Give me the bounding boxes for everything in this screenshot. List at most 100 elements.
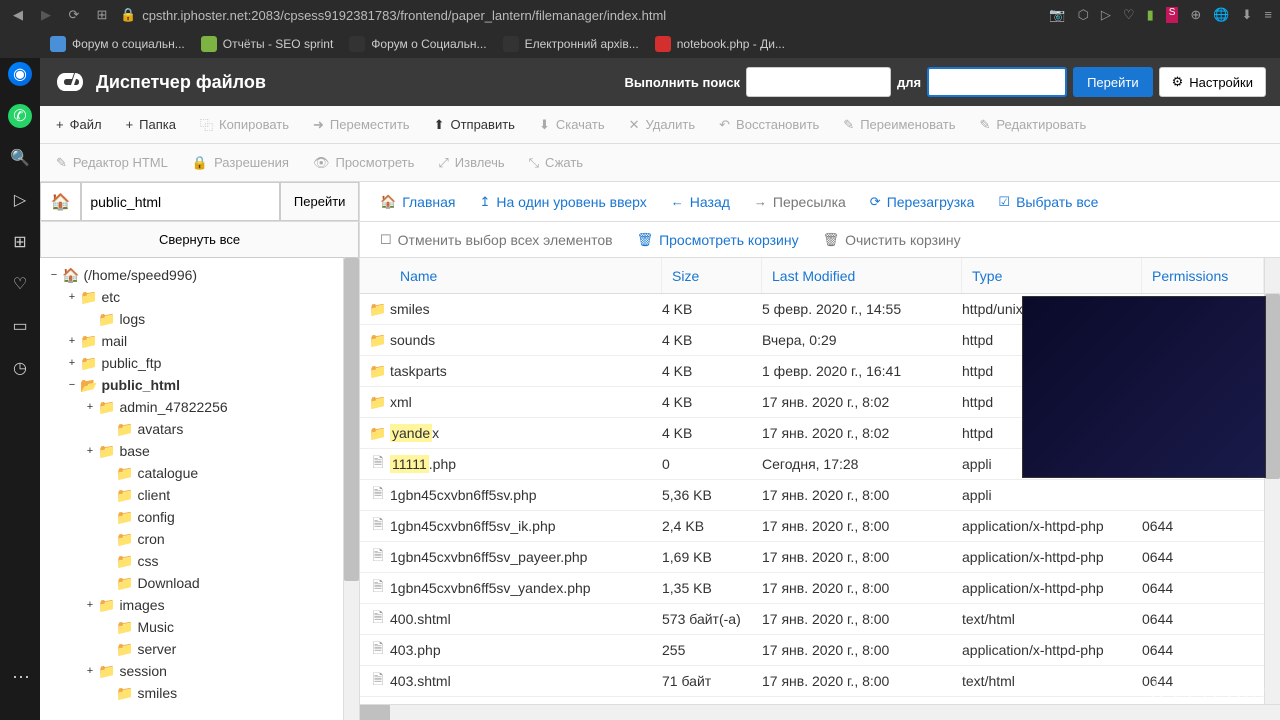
tree-toggle-icon[interactable]: + (66, 291, 78, 303)
menu-icon[interactable]: ≡ (1264, 7, 1272, 23)
bookmark-item[interactable]: Форум о социальн... (50, 36, 185, 52)
tree-node[interactable]: 📁 css (40, 550, 343, 572)
home-button[interactable]: 🏠 (40, 182, 81, 221)
tree-node[interactable]: 📁 Download (40, 572, 343, 594)
ext3-icon[interactable]: ⊕ (1190, 7, 1201, 23)
play-icon[interactable]: ▷ (1101, 7, 1111, 23)
toolbar-button[interactable]: + Папка (114, 106, 188, 143)
tree-toggle-icon[interactable]: + (84, 665, 96, 677)
toolbar-button[interactable]: ⤢ Извлечь (426, 144, 516, 181)
file-row[interactable]: 🗎 1gbn45cxvbn6ff5sv_ik.php 2,4 KB 17 янв… (360, 511, 1264, 542)
tree-view[interactable]: − 🏠 (/home/speed996) + 📁 etc 📁 logs + 📁 … (40, 258, 343, 720)
url-bar[interactable]: 🔒 cpsthr.iphoster.net:2083/cpsess9192381… (120, 7, 1041, 23)
settings-button[interactable]: ⚙ Настройки (1159, 67, 1266, 97)
ext1-icon[interactable]: ▮ (1147, 7, 1154, 23)
path-input[interactable] (81, 182, 280, 221)
file-toolbar-button[interactable]: ☐ Отменить выбор всех элементов (370, 222, 623, 257)
tree-node[interactable]: + 📁 mail (40, 330, 343, 352)
file-row[interactable]: 🗎 1gbn45cxvbn6ff5sv.php 5,36 KB 17 янв. … (360, 480, 1264, 511)
tree-toggle-icon[interactable]: + (66, 357, 78, 369)
toolbar-button[interactable]: 🔒 Разрешения (180, 144, 301, 181)
play2-icon[interactable]: ▷ (8, 188, 32, 212)
search-scope-select[interactable]: Все ваши файлы ▼ (746, 67, 891, 97)
tree-toggle-icon[interactable]: − (48, 269, 60, 281)
collapse-all-button[interactable]: Свернуть все (40, 222, 359, 258)
file-row[interactable]: 🗎 403.php 255 17 янв. 2020 г., 8:00 appl… (360, 635, 1264, 666)
nav-forward-icon[interactable]: ▶ (36, 5, 56, 25)
tree-node[interactable]: 📁 catalogue (40, 462, 343, 484)
more-icon[interactable]: ⋯ (12, 667, 30, 688)
download-icon[interactable]: ⬇ (1242, 7, 1253, 23)
whatsapp-icon[interactable]: ✆ (8, 104, 32, 128)
clock-icon[interactable]: ◷ (8, 356, 32, 380)
file-row[interactable]: 🗎 400.shtml 573 байт(-а) 17 янв. 2020 г.… (360, 604, 1264, 635)
toolbar-button[interactable]: ↶ Восстановить (707, 106, 831, 143)
tree-node[interactable]: 📁 cron (40, 528, 343, 550)
file-row[interactable]: 🗎 403.shtml 71 байт 17 янв. 2020 г., 8:0… (360, 666, 1264, 697)
toolbar-button[interactable]: 👁 Просмотреть (301, 144, 426, 181)
tree-toggle-icon[interactable]: + (84, 599, 96, 611)
toolbar-button[interactable]: ⿻ Копировать (188, 106, 301, 143)
toolbar-button[interactable]: ➜ Переместить (301, 106, 422, 143)
file-toolbar-button[interactable]: ⟳ Перезагрузка (860, 182, 985, 221)
horizontal-scrollbar[interactable] (360, 704, 1280, 720)
nav-back-icon[interactable]: ◀ (8, 5, 28, 25)
file-toolbar-button[interactable]: → Пересылка (744, 182, 856, 221)
file-row[interactable]: 🗎 1gbn45cxvbn6ff5sv_payeer.php 1,69 KB 1… (360, 542, 1264, 573)
toolbar-button[interactable]: ✎ Переименовать (831, 106, 967, 143)
search-go-button[interactable]: Перейти (1073, 67, 1153, 97)
search-input[interactable] (927, 67, 1067, 97)
tree-scrollbar[interactable] (343, 258, 359, 720)
toolbar-button[interactable]: ⬆ Отправить (422, 106, 527, 143)
tree-node[interactable]: + 📁 session (40, 660, 343, 682)
toolbar-button[interactable]: ⤡ Сжать (517, 144, 595, 181)
col-permissions[interactable]: Permissions (1142, 258, 1264, 293)
tree-toggle-icon[interactable]: − (66, 379, 78, 391)
search-icon[interactable]: 🔍 (8, 146, 32, 170)
scroll-thumb[interactable] (1265, 294, 1280, 479)
toolbar-button[interactable]: ⬇ Скачать (527, 106, 617, 143)
tree-toggle-icon[interactable]: + (84, 445, 96, 457)
tree-node[interactable]: + 📁 public_ftp (40, 352, 343, 374)
file-toolbar-button[interactable]: 🗑 Просмотреть корзину (627, 222, 809, 257)
file-toolbar-button[interactable]: ← Назад (661, 182, 740, 221)
heart2-icon[interactable]: ♡ (8, 272, 32, 296)
tree-node[interactable]: + 📁 base (40, 440, 343, 462)
col-modified[interactable]: Last Modified (762, 258, 962, 293)
h-scroll-thumb[interactable] (360, 705, 390, 720)
shield-icon[interactable]: ⬡ (1078, 7, 1089, 23)
tree-node[interactable]: − 🏠 (/home/speed996) (40, 264, 343, 286)
file-toolbar-button[interactable]: ↥ На один уровень вверх (469, 182, 656, 221)
heart-icon[interactable]: ♡ (1123, 7, 1135, 23)
file-scrollbar[interactable] (1264, 294, 1280, 704)
tree-node[interactable]: 📁 server (40, 638, 343, 660)
col-name[interactable]: Name (360, 258, 662, 293)
col-type[interactable]: Type (962, 258, 1142, 293)
tree-node[interactable]: 📁 logs (40, 308, 343, 330)
path-go-button[interactable]: Перейти (280, 182, 359, 221)
col-size[interactable]: Size (662, 258, 762, 293)
tree-node[interactable]: 📁 smiles (40, 682, 343, 704)
tree-node[interactable]: + 📁 images (40, 594, 343, 616)
file-row[interactable]: 🗎 1gbn45cxvbn6ff5sv_yandex.php 1,35 KB 1… (360, 573, 1264, 604)
ext2-icon[interactable]: S (1166, 7, 1179, 23)
tree-node[interactable]: 📁 client (40, 484, 343, 506)
globe-icon[interactable]: 🌐 (1213, 7, 1229, 23)
reload-icon[interactable]: ⟳ (64, 5, 84, 25)
tree-node[interactable]: − 📂 public_html (40, 374, 343, 396)
camera-icon[interactable]: 📷 (1049, 7, 1065, 23)
apps-icon[interactable]: ⊞ (92, 5, 112, 25)
tree-node[interactable]: + 📁 admin_47822256 (40, 396, 343, 418)
bookmark-item[interactable]: Електронний архів... (503, 36, 639, 52)
tree-node[interactable]: + 📁 etc (40, 286, 343, 308)
toolbar-button[interactable]: + Файл (44, 106, 114, 143)
tree-toggle-icon[interactable]: + (84, 401, 96, 413)
tree-toggle-icon[interactable]: + (66, 335, 78, 347)
grid-icon[interactable]: ⊞ (8, 230, 32, 254)
file-toolbar-button[interactable]: 🗑 Очистить корзину (813, 222, 971, 257)
tree-node[interactable]: 📁 Music (40, 616, 343, 638)
bookmark-item[interactable]: Форум о Социальн... (349, 36, 486, 52)
file-toolbar-button[interactable]: 🏠 Главная (370, 182, 465, 221)
toolbar-button[interactable]: ✎ Редактировать (968, 106, 1099, 143)
messenger-icon[interactable]: ◉ (8, 62, 32, 86)
